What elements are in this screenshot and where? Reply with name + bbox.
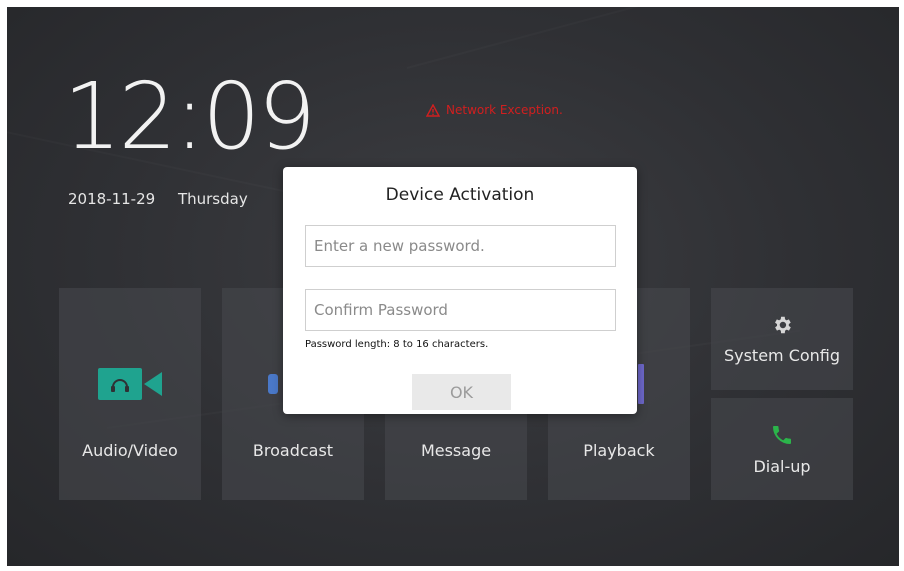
background-line — [407, 7, 899, 69]
date-text: 2018-11-29 — [68, 190, 156, 208]
tile-label: Broadcast — [252, 441, 334, 460]
tile-system-config[interactable]: System Config — [711, 288, 853, 390]
warning-icon — [426, 103, 440, 117]
broadcast-icon — [268, 374, 278, 394]
password-hint: Password length: 8 to 16 characters. — [305, 339, 489, 350]
video-call-icon — [98, 368, 162, 400]
playback-icon — [638, 364, 644, 404]
clock-time: 12:09 — [63, 63, 316, 170]
confirm-password-input[interactable] — [305, 289, 616, 331]
weekday-text: Thursday — [177, 190, 248, 208]
network-warning: Network Exception. — [426, 103, 563, 117]
new-password-input[interactable] — [305, 225, 616, 267]
tile-dial-up[interactable]: Dial-up — [711, 398, 853, 500]
warning-text: Network Exception. — [446, 103, 563, 117]
dialog-title: Device Activation — [385, 185, 535, 205]
tile-label: Message — [420, 441, 492, 460]
tile-label: System Config — [723, 345, 841, 365]
phone-icon — [773, 425, 791, 444]
gear-icon — [775, 316, 791, 333]
tile-label: Playback — [583, 441, 655, 460]
device-activation-dialog: Device Activation Password length: 8 to … — [283, 167, 637, 414]
tile-label: Dial-up — [753, 456, 811, 476]
ok-button[interactable]: OK — [412, 374, 511, 410]
tile-label: Audio/Video — [82, 441, 178, 460]
tile-audio-video[interactable]: Audio/Video — [59, 288, 201, 500]
date-row: 2018-11-29 Thursday — [68, 190, 266, 208]
